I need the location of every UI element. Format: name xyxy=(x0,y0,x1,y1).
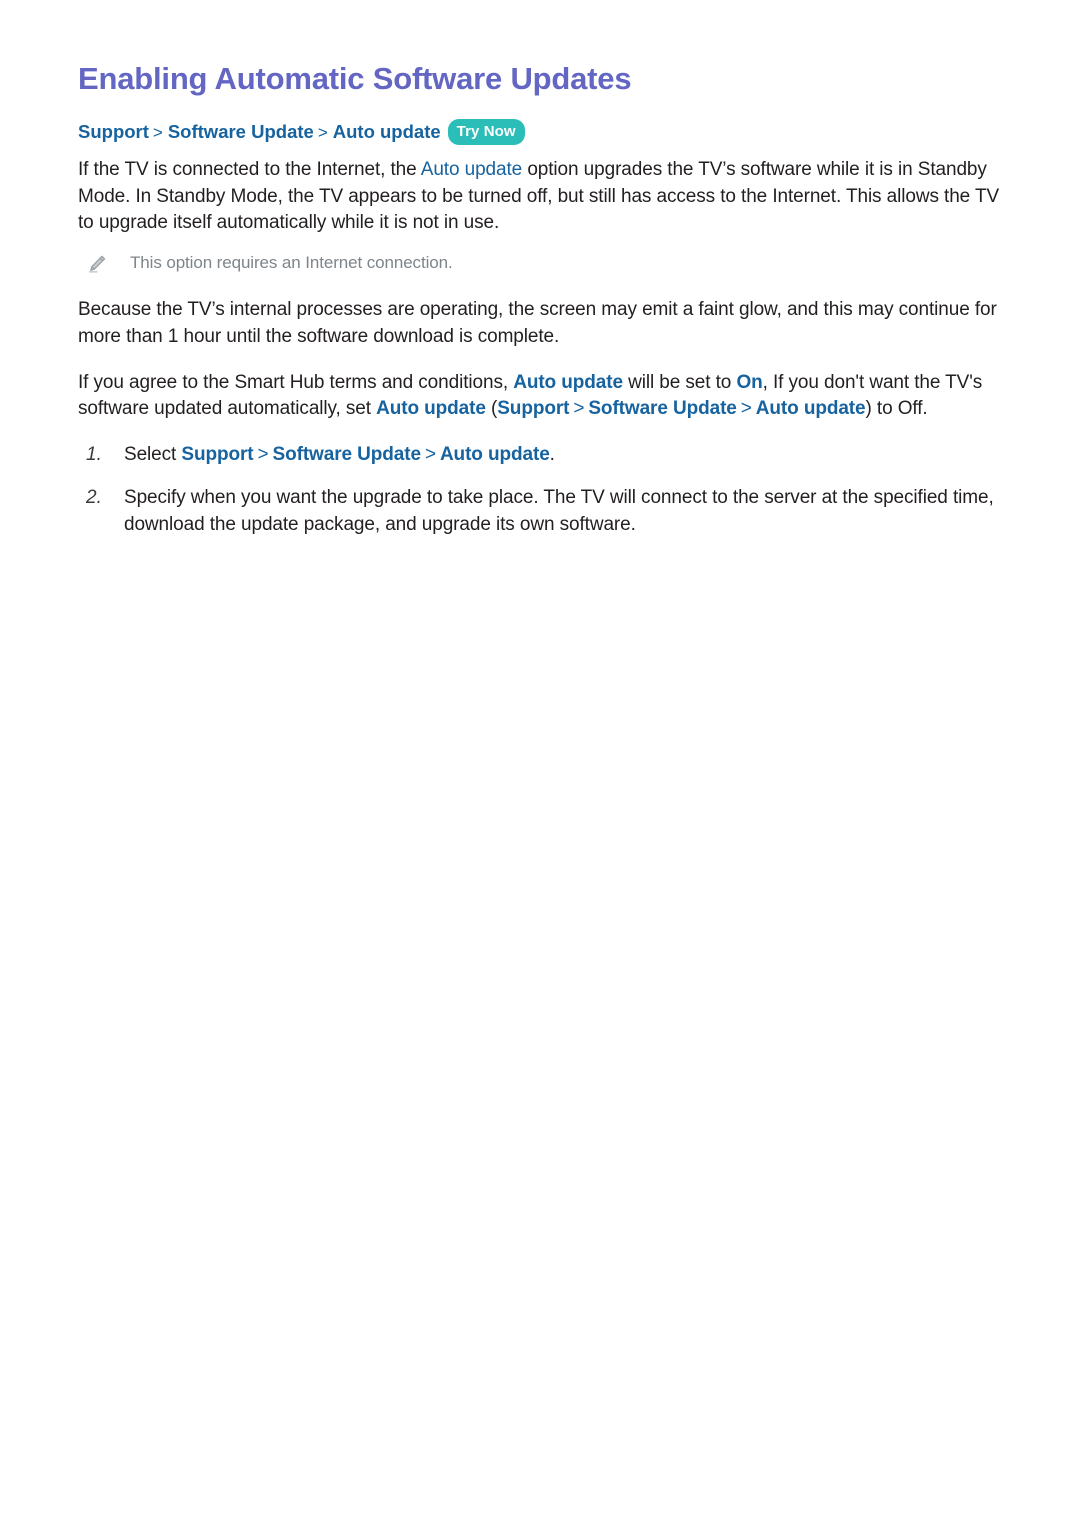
step-number: 1. xyxy=(86,444,102,466)
inline-separator: > xyxy=(257,444,269,466)
text-run: ( xyxy=(485,398,498,420)
breadcrumb-separator: > xyxy=(152,122,163,142)
breadcrumb-item-software-update[interactable]: Software Update xyxy=(168,121,314,142)
inline-separator: > xyxy=(573,398,585,420)
page-title: Enabling Automatic Software Updates xyxy=(78,61,632,96)
paragraph-smart-hub: If you agree to the Smart Hub terms and … xyxy=(78,370,1004,424)
list-item: 2. Specify when you want the upgrade to … xyxy=(78,485,1004,539)
try-now-badge[interactable]: Try Now xyxy=(447,118,525,145)
step-number: 2. xyxy=(86,487,102,508)
inline-link-support[interactable]: Support xyxy=(181,444,253,465)
paragraph-intro: If the TV is connected to the Internet, … xyxy=(78,157,1004,237)
pencil-icon xyxy=(86,253,108,275)
step-text: Specify when you want the upgrade to tak… xyxy=(124,487,994,535)
inline-link-auto-update[interactable]: Auto update xyxy=(513,372,623,393)
inline-link-auto-update[interactable]: Auto update xyxy=(756,398,866,419)
inline-link-auto-update[interactable]: Auto update xyxy=(421,159,522,180)
inline-link-support[interactable]: Support xyxy=(497,398,569,419)
step-text: Select Support > Software Update > Auto upda… xyxy=(124,442,1004,469)
inline-separator: > xyxy=(740,398,752,420)
note-callout: This option requires an Internet connect… xyxy=(78,251,1004,275)
inline-separator: > xyxy=(424,444,436,466)
inline-link-software-update[interactable]: Software Update xyxy=(588,398,737,419)
inline-link-auto-update[interactable]: Auto update xyxy=(376,398,486,419)
text-run: Because the TV’s internal processes are … xyxy=(78,299,997,347)
inline-link-auto-update[interactable]: Auto update xyxy=(440,444,550,465)
document-page: Enabling Automatic Software Updates Supp… xyxy=(0,0,1080,1527)
list-item: 1. Select Support > Software Update > Auto u… xyxy=(78,442,1004,469)
text-run: If the TV is connected to the Internet, … xyxy=(78,158,421,180)
paragraph-glow: Because the TV’s internal processes are … xyxy=(78,297,1004,351)
breadcrumb-separator: > xyxy=(317,122,328,142)
text-run: will be set to xyxy=(622,371,737,393)
breadcrumb-item-support[interactable]: Support xyxy=(78,121,149,142)
document-content: Enabling Automatic Software Updates Supp… xyxy=(78,60,1004,539)
text-run: . xyxy=(549,444,555,466)
breadcrumb-item-auto-update[interactable]: Auto update xyxy=(333,121,441,142)
inline-link-on[interactable]: On xyxy=(736,372,762,393)
inline-link-software-update[interactable]: Software Update xyxy=(273,444,422,465)
breadcrumb: Support > Software Update > Auto update Try N… xyxy=(78,118,1004,145)
text-run: ) to Off. xyxy=(865,398,928,420)
note-text: This option requires an Internet connect… xyxy=(130,253,453,273)
text-run: Select xyxy=(124,444,182,466)
text-run: If you agree to the Smart Hub terms and … xyxy=(78,371,514,393)
steps-list: 1. Select Support > Software Update > Auto u… xyxy=(78,442,1004,538)
